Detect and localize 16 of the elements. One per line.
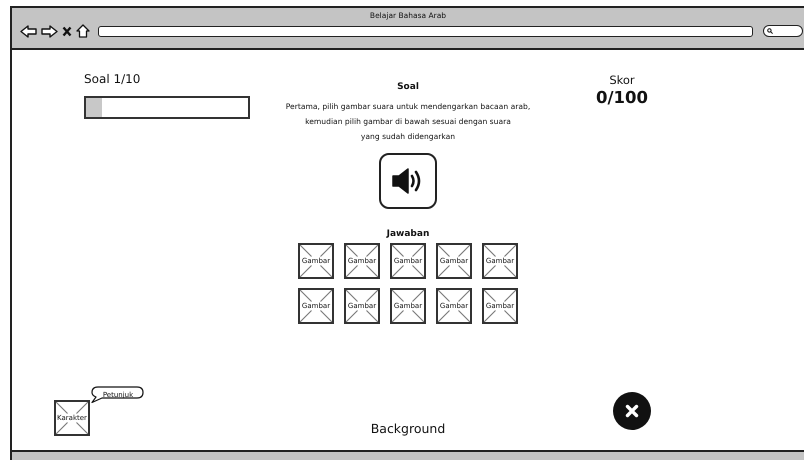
back-icon[interactable] <box>20 24 37 38</box>
audio-button[interactable] <box>379 153 437 209</box>
search-icon <box>767 28 773 34</box>
close-icon[interactable] <box>62 26 72 36</box>
address-field[interactable] <box>98 26 753 36</box>
close-button[interactable] <box>613 392 651 430</box>
score-label: Skor <box>609 74 635 87</box>
forward-icon[interactable] <box>41 24 58 38</box>
search-field[interactable] <box>763 25 803 37</box>
question-heading: Soal <box>397 81 419 93</box>
answers-heading: Jawaban <box>386 228 430 240</box>
home-icon[interactable] <box>76 24 90 38</box>
question-counter: Soal 1/10 <box>84 72 140 86</box>
score-value: 0/100 <box>596 88 648 108</box>
close-icon <box>625 404 639 418</box>
background-label: Background <box>370 421 446 436</box>
